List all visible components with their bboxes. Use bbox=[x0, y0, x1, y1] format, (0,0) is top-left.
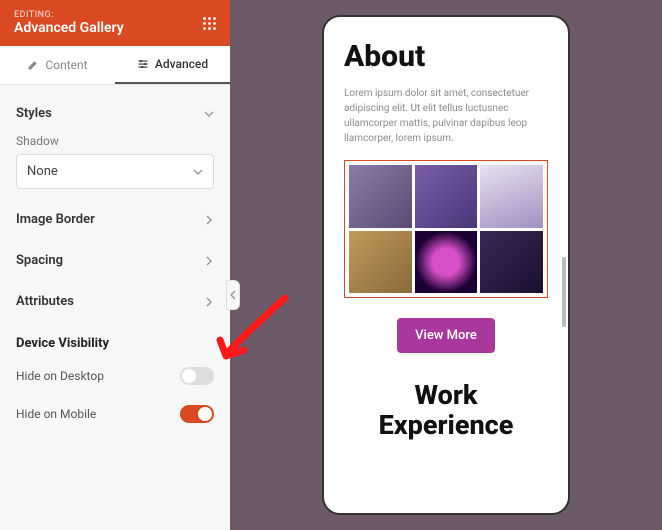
gallery-image[interactable] bbox=[349, 165, 412, 228]
tab-content[interactable]: Content bbox=[0, 46, 115, 84]
hide-mobile-toggle[interactable] bbox=[180, 405, 214, 423]
sidebar-header: EDITING: Advanced Gallery bbox=[0, 0, 230, 46]
chevron-right-icon bbox=[204, 215, 214, 225]
device-visibility-title: Device Visibility bbox=[0, 322, 230, 357]
preview-content[interactable]: About Lorem ipsum dolor sit amet, consec… bbox=[324, 17, 568, 513]
gallery-image[interactable] bbox=[349, 231, 412, 294]
about-text: Lorem ipsum dolor sit amet, consectetuer… bbox=[344, 86, 548, 146]
chevron-right-icon bbox=[204, 297, 214, 307]
attributes-section[interactable]: Attributes bbox=[0, 281, 230, 322]
hide-desktop-row: Hide on Desktop bbox=[0, 357, 230, 395]
gallery-block[interactable] bbox=[344, 160, 548, 298]
work-experience-heading: Work Experience bbox=[344, 381, 548, 440]
grip-icon[interactable] bbox=[203, 17, 216, 30]
editing-label: EDITING: bbox=[14, 10, 124, 20]
spacing-section[interactable]: Spacing bbox=[0, 240, 230, 281]
tabs: Content Advanced bbox=[0, 46, 230, 85]
scrollbar[interactable] bbox=[562, 257, 566, 327]
image-border-section[interactable]: Image Border bbox=[0, 199, 230, 240]
about-heading: About bbox=[344, 39, 548, 74]
block-title: Advanced Gallery bbox=[14, 20, 124, 36]
pencil-icon bbox=[27, 59, 39, 71]
preview-area: About Lorem ipsum dolor sit amet, consec… bbox=[230, 0, 662, 530]
hide-desktop-toggle[interactable] bbox=[180, 367, 214, 385]
gallery-image[interactable] bbox=[480, 231, 543, 294]
gallery-image[interactable] bbox=[415, 231, 478, 294]
chevron-right-icon bbox=[204, 256, 214, 266]
gallery-image[interactable] bbox=[415, 165, 478, 228]
chevron-down-icon bbox=[193, 167, 203, 177]
shadow-label: Shadow bbox=[16, 134, 214, 148]
collapse-sidebar-button[interactable] bbox=[226, 280, 240, 310]
chevron-down-icon bbox=[204, 109, 214, 119]
sliders-icon bbox=[137, 58, 149, 70]
styles-section[interactable]: Styles bbox=[0, 93, 230, 134]
mobile-preview-frame: About Lorem ipsum dolor sit amet, consec… bbox=[322, 15, 570, 515]
shadow-select[interactable]: None bbox=[16, 154, 214, 189]
view-more-button[interactable]: View More bbox=[397, 318, 495, 353]
chevron-left-icon bbox=[230, 290, 236, 300]
panel: Styles Shadow None Image Border Spacing … bbox=[0, 85, 230, 530]
gallery-image[interactable] bbox=[480, 165, 543, 228]
editor-sidebar: EDITING: Advanced Gallery Content Advanc… bbox=[0, 0, 230, 530]
tab-advanced[interactable]: Advanced bbox=[115, 46, 230, 84]
hide-mobile-row: Hide on Mobile bbox=[0, 395, 230, 433]
